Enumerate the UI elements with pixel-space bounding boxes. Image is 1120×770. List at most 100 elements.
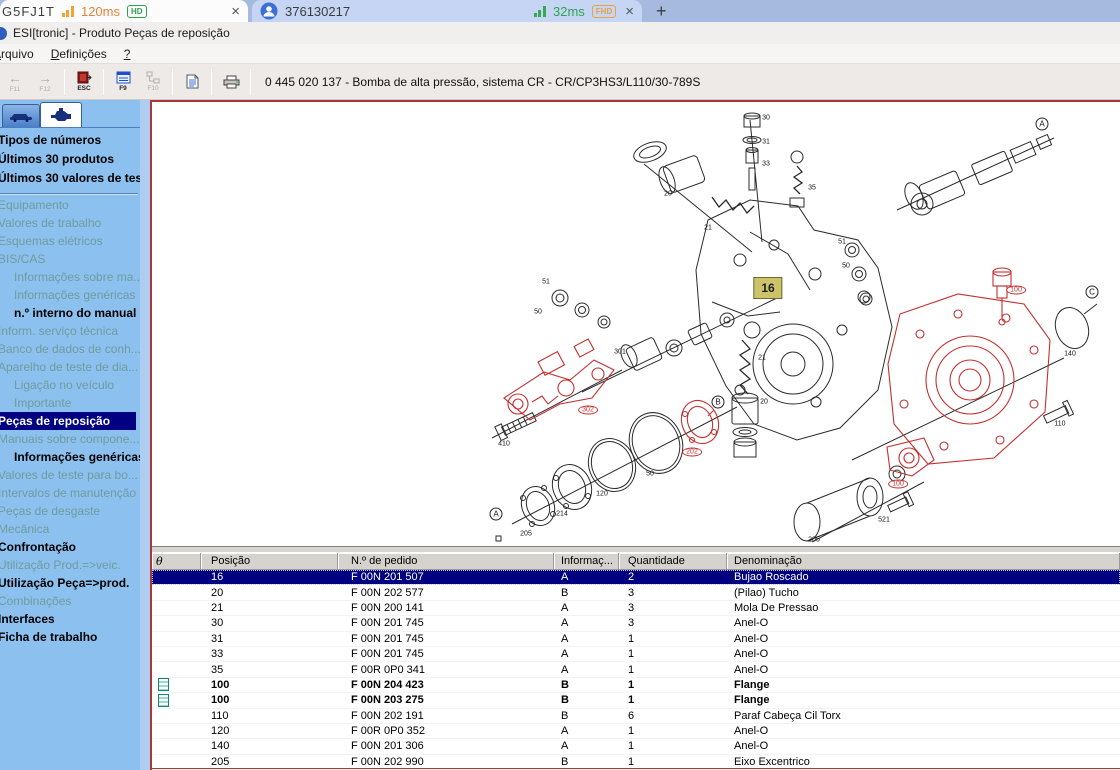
main-panel: 16ACAB2021303133355150301302212041020521… [150,100,1120,770]
diagram-label: 110 [1054,421,1065,428]
menu-item-arquivo[interactable]: Arquivo [0,47,34,61]
parts-table-body: 16F 00N 201 507A2Bujao Roscado20F 00N 20… [152,570,1120,770]
cell-informacao: A [554,725,619,737]
table-row[interactable]: 30F 00N 201 745A3Anel-O [152,616,1120,631]
menu-item-definies[interactable]: Definições [51,47,107,61]
table-row[interactable]: 33F 00N 201 745A1Anel-O [152,647,1120,662]
cell-posicao: 100 [201,694,338,706]
cell-denominacao: Anel-O [727,633,1120,645]
diagram-label: 410 [498,441,510,448]
cell-informacao: B [554,587,619,599]
sidebar-quick-item[interactable]: Últimos 30 valores de tes... [0,169,140,188]
app-icon [0,27,7,40]
cell-posicao: 21 [201,602,338,614]
diagram-label: 20 [664,191,672,198]
diagram-label: 302 [578,406,598,415]
f10-button[interactable]: F10 [140,66,166,98]
document-icon [186,74,199,89]
sidebar-item[interactable]: Peças de reposição [0,412,136,430]
cell-quantidade: 3 [619,617,727,629]
sidebar-item[interactable]: Interfaces [0,610,140,628]
sidebar-item: Esquemas elétricos [0,232,140,250]
diagram-table-splitter[interactable] [152,546,1120,553]
table-row[interactable]: 110F 00N 202 191B6Paraf Cabeça Cil Torx [152,709,1120,724]
user-avatar-icon [260,2,278,20]
cell-informacao: A [554,664,619,676]
table-row[interactable]: 100F 00N 204 423B1Flange [152,678,1120,693]
toolbar-separator [172,69,173,95]
table-row[interactable]: 35F 00R 0P0 341A1Anel-O [152,662,1120,677]
diagram-label: A [1036,118,1049,131]
sidebar-item: Combinações [0,592,140,610]
column-header-3[interactable]: Informaç... [554,553,619,569]
table-row[interactable]: 100F 00N 203 275B1Flange [152,693,1120,708]
cell-order-number: F 00N 201 507 [338,571,554,583]
table-row[interactable]: 205F 00N 202 990B1Eixo Excentrico [152,755,1120,770]
column-header-5[interactable]: Denominação [727,553,1120,569]
cell-posicao: 20 [201,587,338,599]
cell-order-number: F 00R 0P0 341 [338,664,554,676]
diagram-label: 35 [808,185,816,192]
cell-quantidade: 6 [619,710,727,722]
esc-button[interactable]: ESC [71,66,97,98]
exploded-parts-diagram[interactable]: 16ACAB2021303133355150301302212041020521… [152,102,1120,546]
sidebar-item: Informações genéricas [0,286,140,304]
column-header-0[interactable]: θ [152,553,201,569]
diagram-label: B [712,396,725,409]
close-tab-icon[interactable]: × [625,4,634,19]
toolbar-separator [211,69,212,95]
table-row[interactable]: 20F 00N 202 577B3(Pilao) Tucho [152,585,1120,600]
sidebar-item[interactable]: Utilização Peça=>prod. [0,574,140,592]
table-row[interactable]: 140F 00N 201 306A1Anel-O [152,739,1120,754]
diagram-label: 205 [520,531,532,538]
cell-informacao: B [554,694,619,706]
sidebar-item: Ligação no veículo [0,376,140,394]
column-header-1[interactable]: Posição [201,553,338,569]
sidebar-item[interactable]: Confrontação [0,538,140,556]
cell-quantidade: 1 [619,725,727,737]
diagram-label: 20 [760,399,768,406]
linked-document-icon [158,694,169,707]
table-row[interactable]: 16F 00N 201 507A2Bujao Roscado [152,570,1120,585]
diagram-label: 521 [878,517,890,524]
latency-label: 32ms [553,4,585,19]
sidebar-item-group: EquipamentoValores de trabalhoEsquemas e… [0,196,140,646]
sidebar-item: Aparelho de teste de dia... [0,358,140,376]
table-row[interactable]: 21F 00N 200 141A3Mola De Pressao [152,601,1120,616]
sidebar-item: Mecânica [0,520,140,538]
cell-posicao: 120 [201,725,338,737]
sidebar-item: Valores de trabalho [0,214,140,232]
diagram-label: 140 [1064,351,1076,358]
diagram-label: 21 [758,355,766,362]
back-button[interactable]: ← F11 [2,66,28,98]
cell-posicao: 16 [201,571,338,583]
table-row[interactable]: 31F 00N 201 745A1Anel-O [152,632,1120,647]
f9-button[interactable]: F9 [110,66,136,98]
column-header-2[interactable]: N.º de pedido [338,553,554,569]
browser-tab-2[interactable]: 376130217 32ms FHD × [252,0,642,22]
sidebar-item[interactable]: Ficha de trabalho [0,628,140,646]
print-button[interactable] [218,66,244,98]
column-header-4[interactable]: Quantidade [619,553,727,569]
new-tab-button[interactable]: + [642,0,681,22]
sidebar: Tipos de númerosÚltimos 30 produtosÚltim… [0,100,140,770]
cell-quantidade: 1 [619,740,727,752]
sidebar-item[interactable]: Informações genéricas [0,448,140,466]
close-tab-icon[interactable]: × [231,4,240,19]
cell-quantidade: 3 [619,602,727,614]
table-row[interactable]: 120F 00R 0P0 352A1Anel-O [152,724,1120,739]
sidebar-quick-item[interactable]: Últimos 30 produtos [0,150,140,169]
forward-button[interactable]: → F12 [32,66,58,98]
browser-tab-1[interactable]: G5FJ1T 120ms HD × [0,0,248,22]
sidebar-item[interactable]: n.º interno do manual [0,304,140,322]
cell-denominacao: Eixo Excentrico [727,756,1120,768]
document-button[interactable] [179,66,205,98]
list-window-icon [116,71,131,84]
sidebar-quick-item[interactable]: Tipos de números [0,131,140,150]
vehicle-tab[interactable] [2,104,40,127]
product-title: 0 445 020 137 - Bomba de alta pressão, s… [265,75,700,89]
component-tab[interactable] [40,102,82,127]
diagram-label: 301 [614,349,626,356]
diagram-label[interactable]: 16 [753,277,782,299]
menu-item-?[interactable]: ? [124,47,131,61]
